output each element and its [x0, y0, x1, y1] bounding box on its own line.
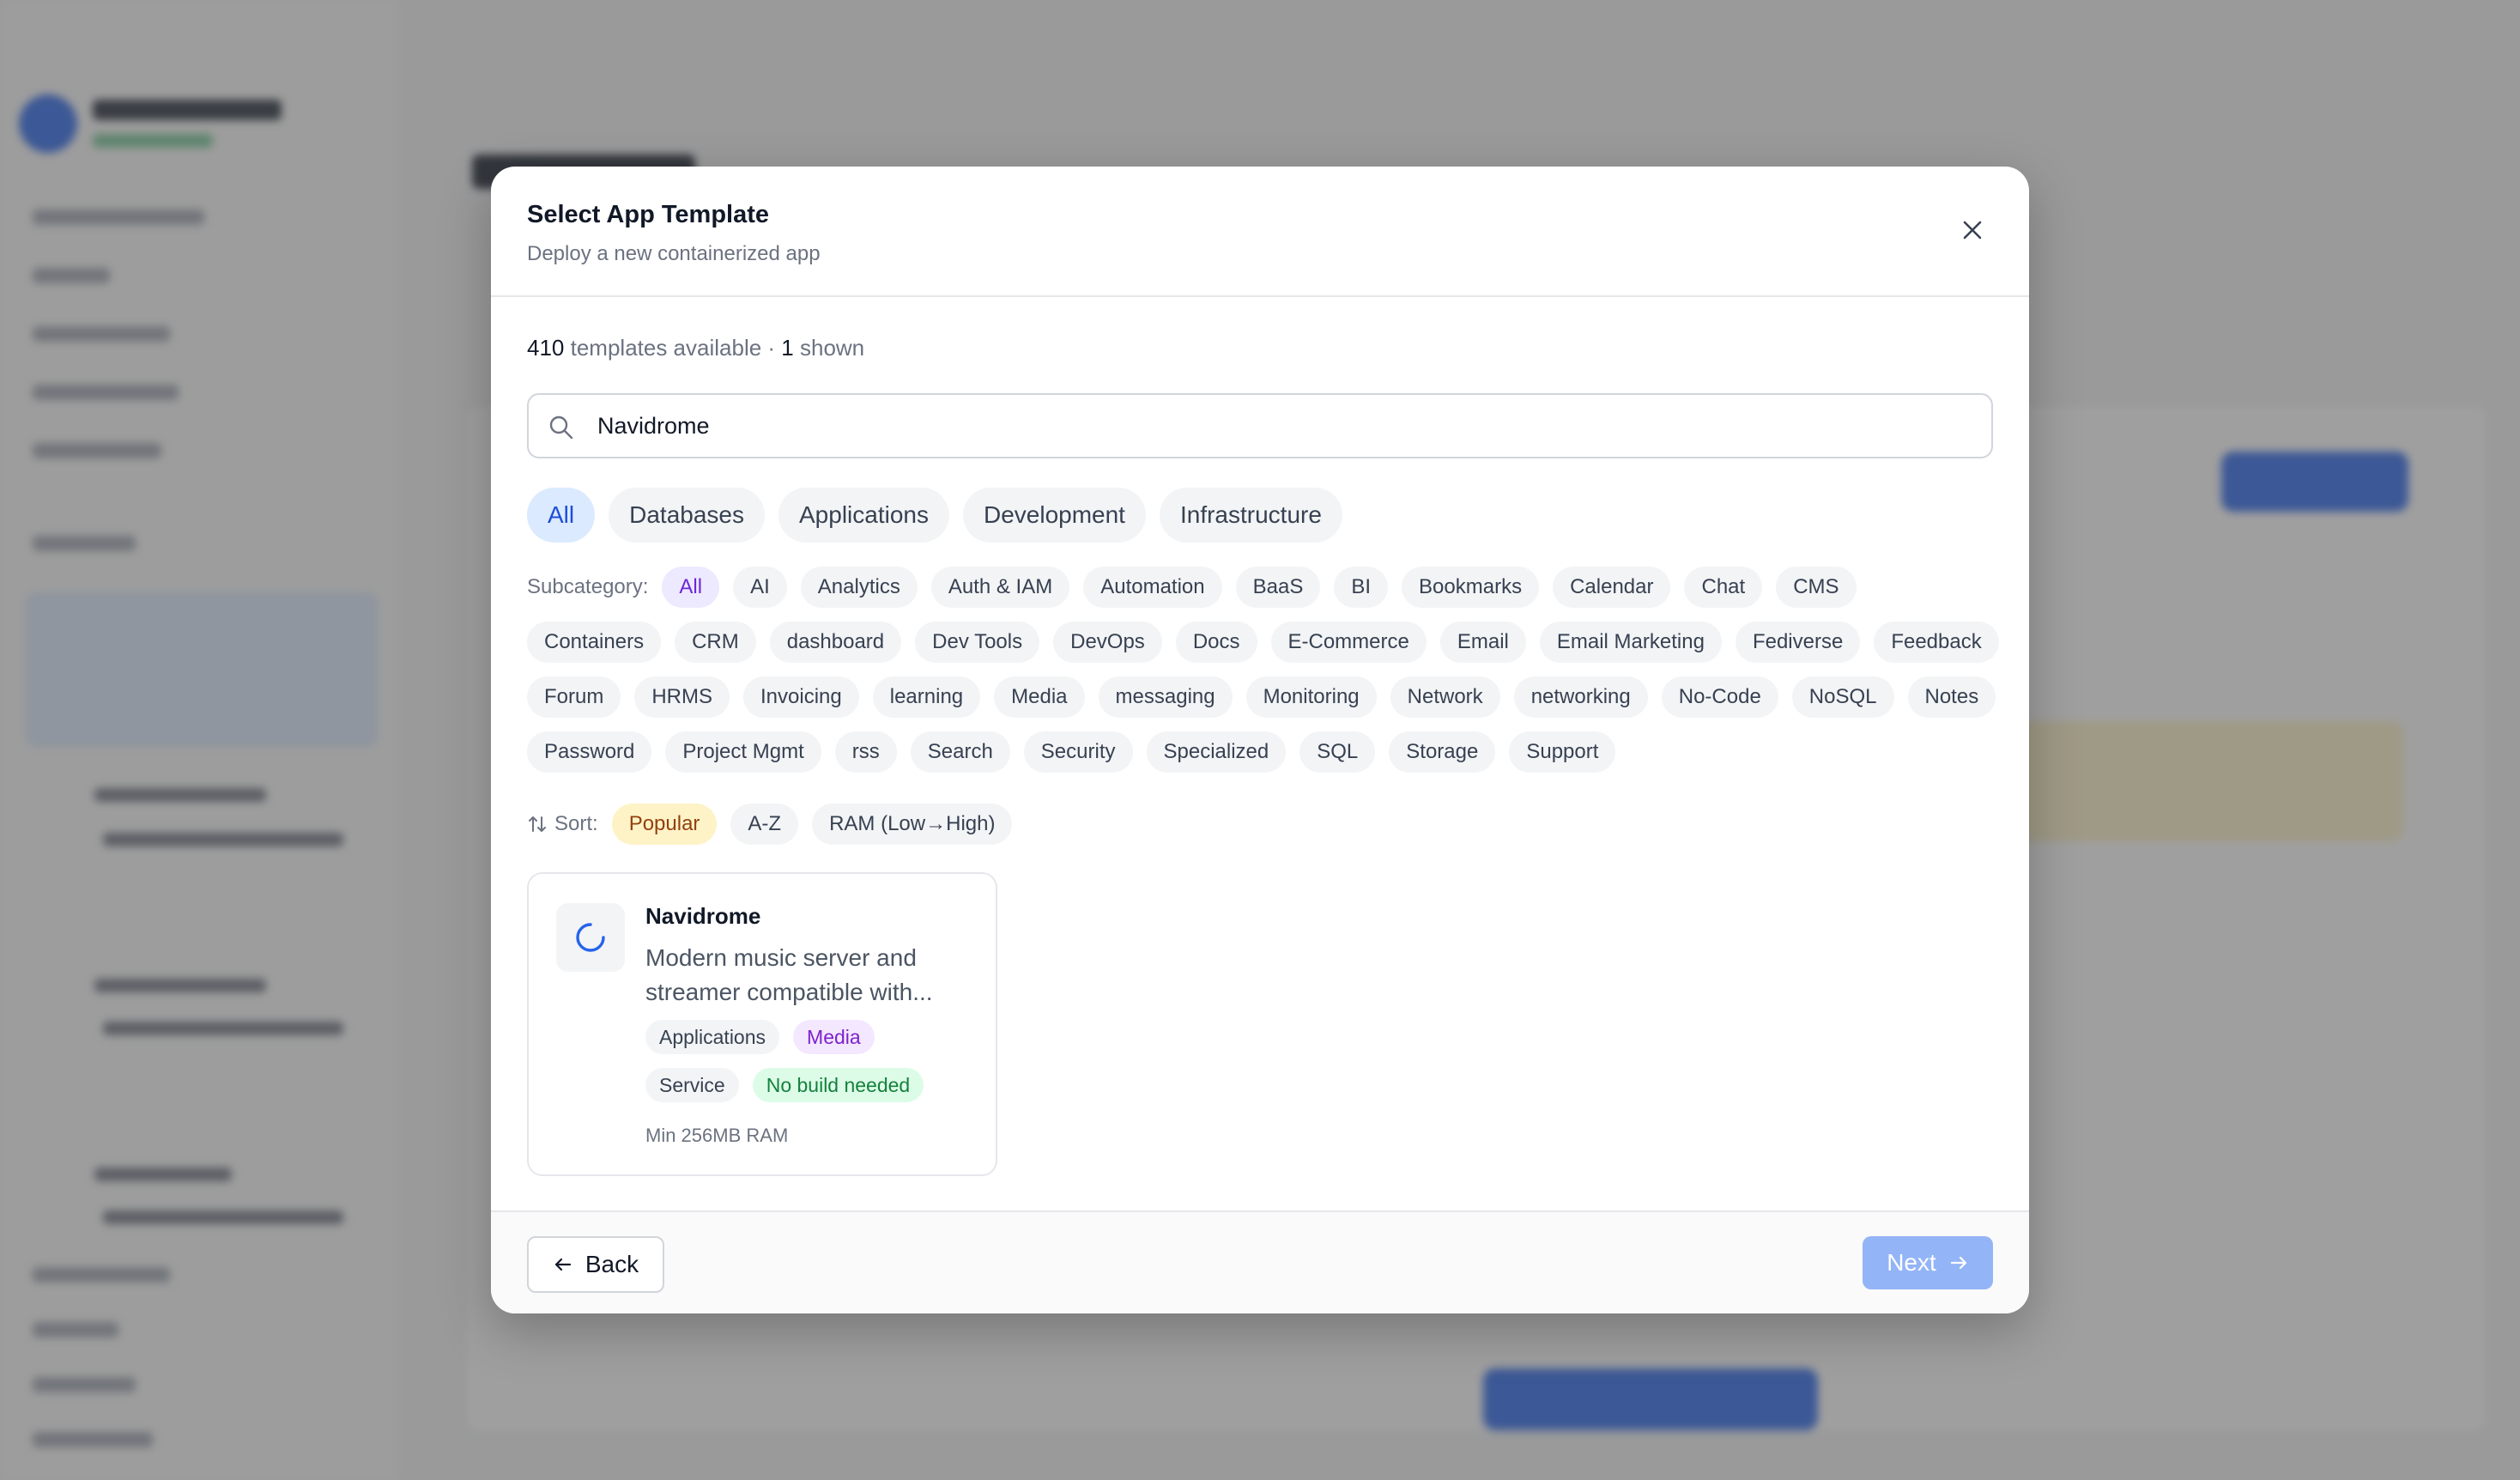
subcategory-chip-support[interactable]: Support [1509, 731, 1616, 773]
category-tab-development[interactable]: Development [962, 488, 1146, 543]
subcategory-chip-automation[interactable]: Automation [1083, 567, 1222, 608]
template-name: Navidrome [645, 903, 761, 929]
subcategory-chip-chat[interactable]: Chat [1684, 567, 1763, 608]
search-icon [549, 415, 573, 440]
subcategory-chip-analytics[interactable]: Analytics [800, 567, 918, 608]
subcategory-chip-ai[interactable]: AI [733, 567, 787, 608]
subcategory-chip-rss[interactable]: rss [834, 731, 897, 773]
subcategory-chip-fediverse[interactable]: Fediverse [1735, 622, 1861, 663]
subcategory-chip-password[interactable]: Password [527, 731, 652, 773]
modal-header: Select App Template Deploy a new contain… [491, 167, 2029, 297]
template-total-suffix: templates available · [564, 335, 782, 361]
search-input[interactable] [597, 395, 1971, 457]
subcategory-chip-project-mgmt[interactable]: Project Mgmt [665, 731, 821, 773]
template-tag-media: Media [793, 1020, 875, 1054]
category-tabs: All Databases Applications Development Infra… [527, 488, 1342, 543]
modal-title: Select App Template [527, 201, 770, 228]
subcategory-chip-containers[interactable]: Containers [527, 622, 662, 663]
close-icon [1963, 221, 1982, 240]
template-description: Modern music server and streamer compati… [645, 944, 933, 1005]
subcategory-chip-monitoring[interactable]: Monitoring [1245, 676, 1377, 718]
subcategory-chip-security[interactable]: Security [1023, 731, 1133, 773]
next-button[interactable]: Next [1863, 1236, 1993, 1289]
subcategory-chip-messaging[interactable]: messaging [1098, 676, 1233, 718]
subcategory-chip-feedback[interactable]: Feedback [1874, 622, 1999, 663]
subcategory-chip-search[interactable]: Search [910, 731, 1010, 773]
subcategory-chip-no-code[interactable]: No-Code [1661, 676, 1778, 718]
template-tags-secondary: Service No build needed [645, 1068, 924, 1102]
template-total-count: 410 [527, 335, 565, 361]
category-tab-infrastructure[interactable]: Infrastructure [1159, 488, 1342, 543]
template-icon-box [556, 903, 625, 972]
subcategory-chip-networking[interactable]: networking [1513, 676, 1648, 718]
back-button-label: Back [585, 1251, 639, 1277]
template-tag-applications: Applications [645, 1020, 780, 1054]
template-card[interactable]: Navidrome Modern music server and stream… [527, 872, 997, 1176]
subcategory-chip-media[interactable]: Media [994, 676, 1085, 718]
subcategory-chip-sql[interactable]: SQL [1299, 731, 1376, 773]
subcategory-chip-notes[interactable]: Notes [1907, 676, 1996, 718]
subcategory-chip-nosql[interactable]: NoSQL [1791, 676, 1894, 718]
subcategory-chip-bookmarks[interactable]: Bookmarks [1402, 567, 1540, 608]
sort-controls: Sort: Popular A-Z RAM (Low→High) [527, 804, 1013, 845]
subcategory-chip-specialized[interactable]: Specialized [1146, 731, 1287, 773]
close-button[interactable] [1955, 213, 1990, 247]
template-tags-primary: Applications Media [645, 1020, 875, 1054]
subcategory-chip-all[interactable]: All [662, 567, 720, 608]
select-template-modal: Select App Template Deploy a new contain… [491, 167, 2029, 1313]
subcategory-chip-email-marketing[interactable]: Email Marketing [1539, 622, 1722, 663]
subcategory-chip-cms[interactable]: CMS [1776, 567, 1857, 608]
back-button[interactable]: Back [527, 1236, 664, 1293]
template-tag-no-build-needed: No build needed [752, 1068, 924, 1102]
next-button-label: Next [1887, 1249, 1936, 1276]
arrow-left-icon [554, 1258, 571, 1271]
category-tab-all[interactable]: All [527, 488, 596, 543]
subcategory-chip-bi[interactable]: BI [1334, 567, 1389, 608]
subcategory-chip-docs[interactable]: Docs [1175, 622, 1257, 663]
subcategory-chip-forum[interactable]: Forum [527, 676, 621, 718]
sort-label-group: Sort: [527, 812, 598, 836]
search-box[interactable] [527, 393, 1993, 458]
sort-option-ram-low-high[interactable]: RAM (Low→High) [812, 804, 1013, 845]
sort-arrows-icon [529, 816, 546, 832]
subcategory-chip-dev-tools[interactable]: Dev Tools [915, 622, 1040, 663]
subcategory-chip-invoicing[interactable]: Invoicing [743, 676, 859, 718]
subcategory-chip-e-commerce[interactable]: E-Commerce [1270, 622, 1427, 663]
subcategory-chip-baas[interactable]: BaaS [1235, 567, 1321, 608]
subcategory-chip-network[interactable]: Network [1390, 676, 1500, 718]
category-tab-applications[interactable]: Applications [778, 488, 949, 543]
subcategory-filters: Subcategory: All AI Analytics Auth & IAM Aut… [527, 567, 2003, 773]
template-count: 410 templates available · 1 shown [527, 335, 864, 361]
modal-subtitle: Deploy a new containerized app [527, 242, 821, 265]
loader-icon [576, 923, 605, 952]
template-ram-requirement: Min 256MB RAM [645, 1125, 789, 1146]
subcategory-chip-auth-iam[interactable]: Auth & IAM [930, 567, 1070, 608]
subcategory-chip-email[interactable]: Email [1439, 622, 1526, 663]
subcategory-chip-crm[interactable]: CRM [675, 622, 756, 663]
subcategory-label: Subcategory: [527, 575, 649, 598]
subcategory-chip-dashboard[interactable]: dashboard [769, 622, 902, 663]
template-shown-count: 1 [781, 335, 794, 361]
arrow-right-icon [1950, 1256, 1966, 1270]
subcategory-chip-learning[interactable]: learning [872, 676, 981, 718]
template-tag-service: Service [645, 1068, 739, 1102]
subcategory-chip-calendar[interactable]: Calendar [1553, 567, 1671, 608]
subcategory-chip-hrms[interactable]: HRMS [634, 676, 730, 718]
modal-footer: Back Next [491, 1210, 2029, 1313]
template-shown-suffix: shown [793, 335, 865, 361]
sort-option-a-z[interactable]: A-Z [730, 804, 799, 845]
category-tab-databases[interactable]: Databases [609, 488, 765, 543]
sort-option-popular[interactable]: Popular [611, 804, 718, 845]
sort-label: Sort: [554, 812, 598, 835]
subcategory-chip-storage[interactable]: Storage [1389, 731, 1496, 773]
subcategory-chip-devops[interactable]: DevOps [1053, 622, 1162, 663]
